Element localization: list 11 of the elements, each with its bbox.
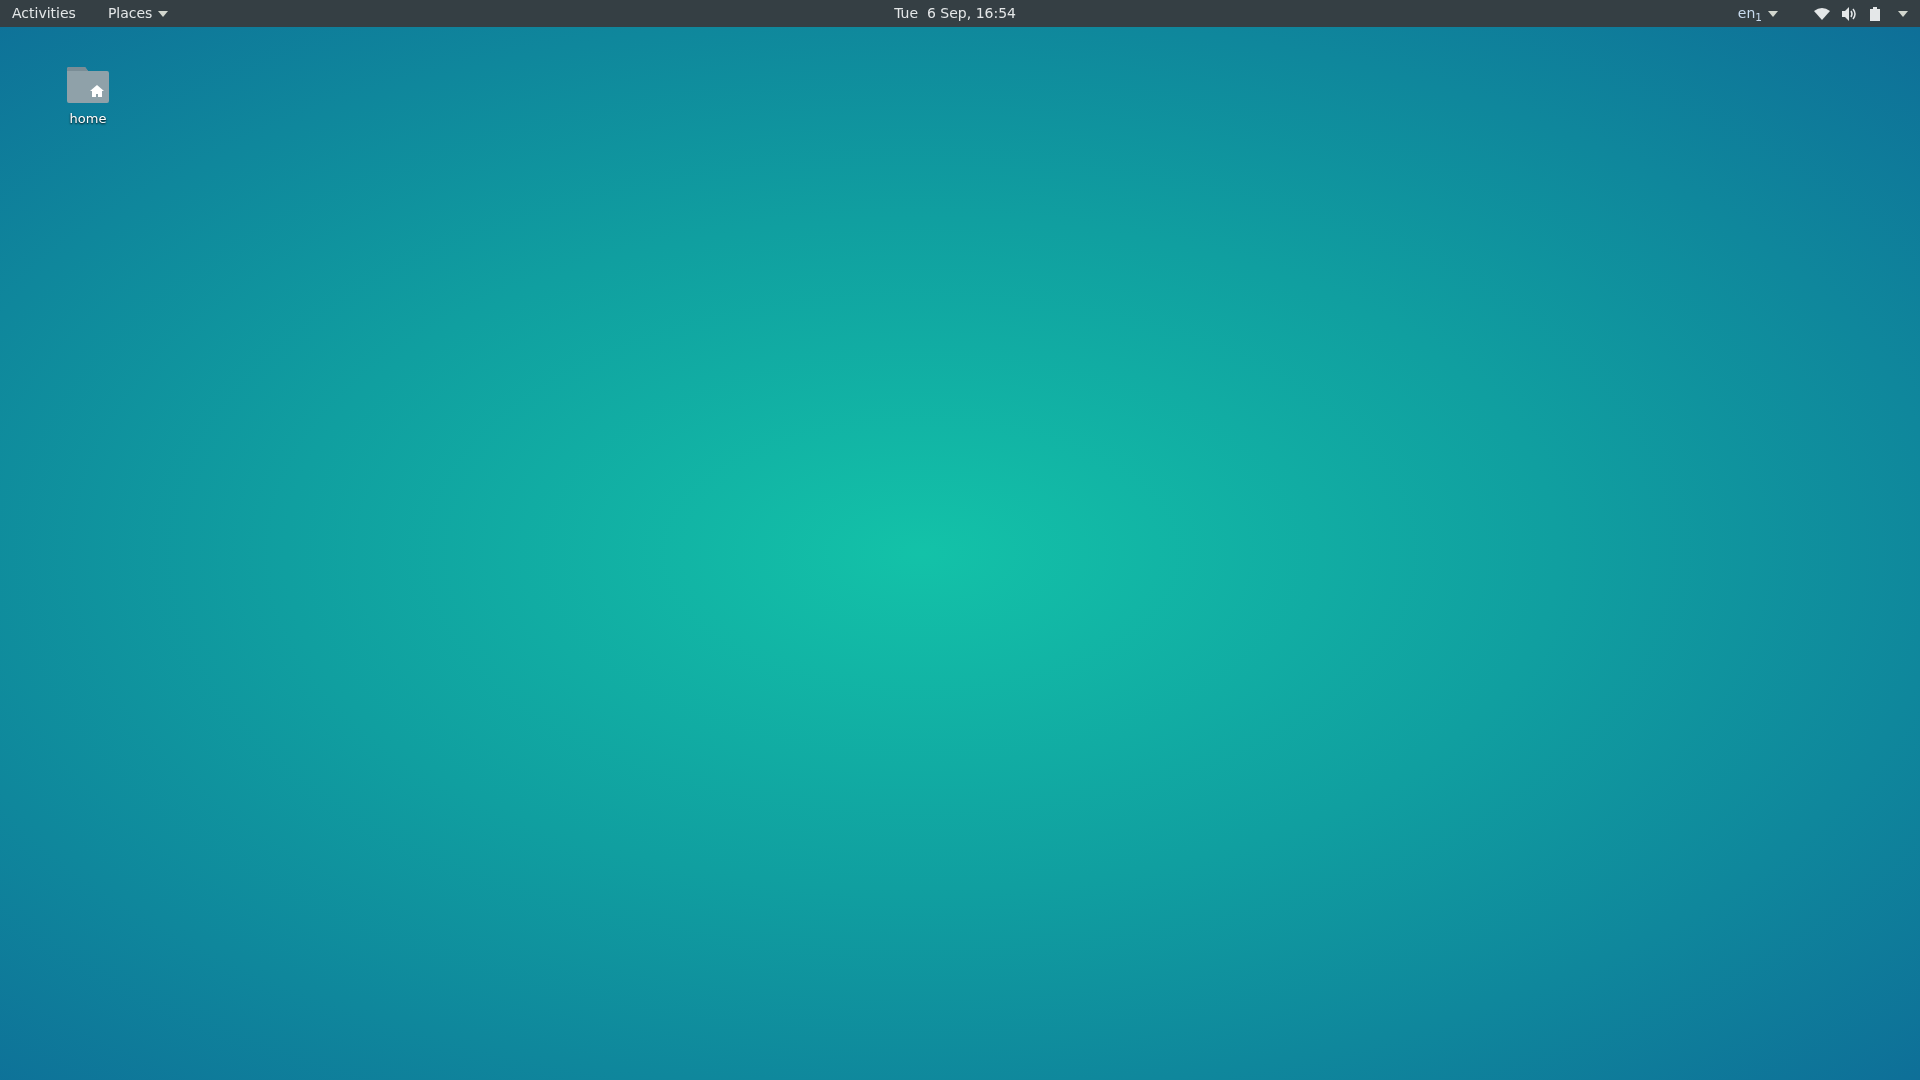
volume-icon (1842, 6, 1858, 21)
input-source-menu[interactable]: en$_{1}$ (1729, 0, 1786, 27)
wifi-icon (1814, 7, 1830, 20)
clock[interactable]: Tue 6 Sep, 16:54 (894, 3, 1016, 24)
home-folder-icon (67, 67, 109, 103)
places-menu[interactable]: Places (95, 0, 181, 27)
caret-icon (1768, 10, 1778, 17)
caret-icon (158, 10, 169, 17)
activities-button[interactable]: Activities (0, 0, 88, 27)
caret-icon (1898, 10, 1908, 17)
battery-icon (1870, 6, 1880, 21)
